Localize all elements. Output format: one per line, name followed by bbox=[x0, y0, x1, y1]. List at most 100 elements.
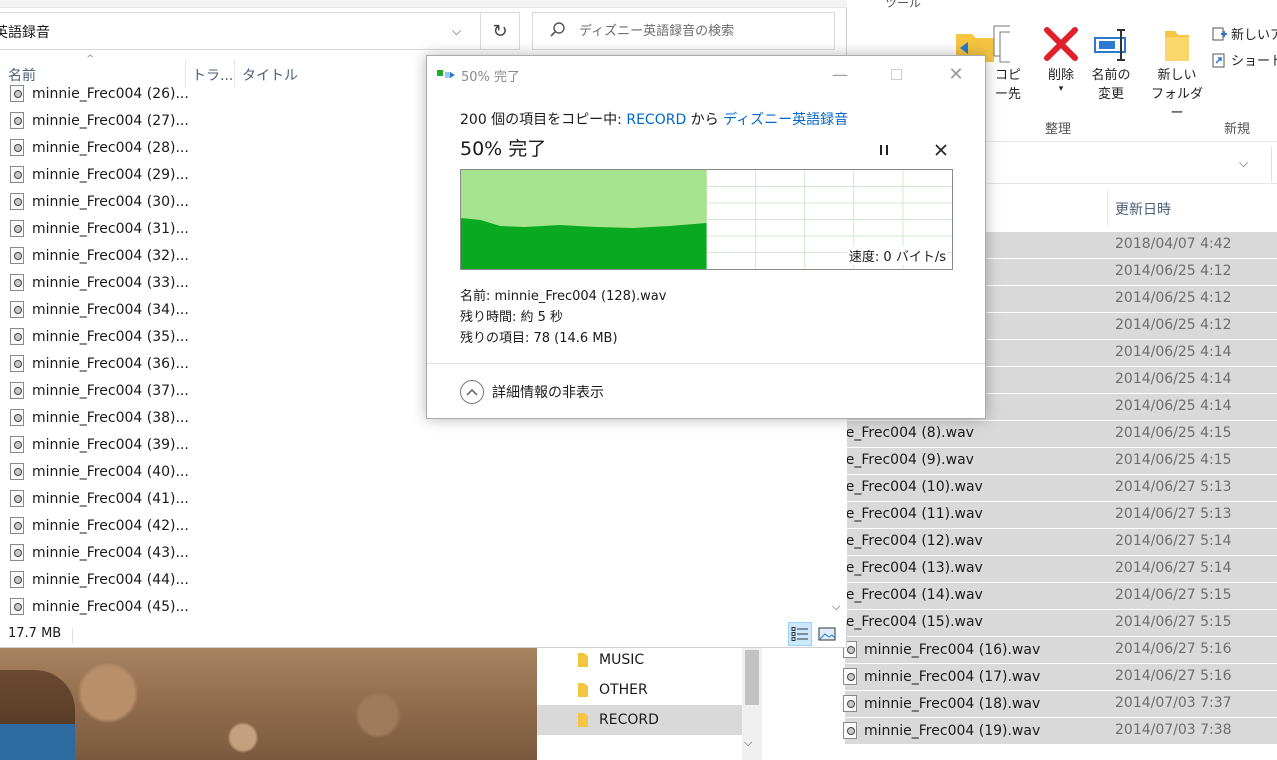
large-icons-view-icon bbox=[818, 627, 836, 641]
table-row[interactable]: nie_Frec004 (9).wav 2014/06/25 4:15 bbox=[833, 448, 1277, 475]
shortcut-label: ショート bbox=[1231, 54, 1277, 69]
list-item[interactable]: minnie_Frec004 (32)... bbox=[0, 242, 189, 269]
file-date: 2014/06/27 5:15 bbox=[1115, 614, 1232, 630]
nav-item-other[interactable]: OTHER bbox=[577, 675, 648, 705]
cancel-copy-button[interactable] bbox=[929, 138, 953, 162]
file-name: minnie_Frec004 (19).wav bbox=[843, 722, 1040, 739]
details-view-button[interactable] bbox=[788, 622, 812, 646]
close-button[interactable]: ✕ bbox=[933, 60, 979, 88]
source-link[interactable]: RECORD bbox=[626, 112, 686, 128]
right-address-bar[interactable]: ⌵ bbox=[985, 146, 1277, 184]
table-row[interactable]: minnie_Frec004 (16).wav 2014/06/27 5:16 bbox=[843, 637, 1277, 664]
scroll-down-arrow-icon[interactable]: ⌵ bbox=[832, 600, 840, 614]
list-item[interactable]: minnie_Frec004 (42)... bbox=[0, 512, 189, 539]
list-item[interactable]: minnie_Frec004 (38)... bbox=[0, 404, 189, 431]
rename-button[interactable]: 名前の 変更 bbox=[1083, 22, 1139, 104]
list-item[interactable]: minnie_Frec004 (31)... bbox=[0, 215, 189, 242]
new-item-label: 新しいア bbox=[1231, 28, 1277, 43]
table-row[interactable]: nie_Frec004 (12).wav 2014/06/27 5:14 bbox=[833, 529, 1277, 556]
table-row[interactable]: nie_Frec004 (14).wav 2014/06/27 5:15 bbox=[833, 583, 1277, 610]
file-name: minnie_Frec004 (28)... bbox=[32, 139, 189, 156]
list-item[interactable]: minnie_Frec004 (36)... bbox=[0, 350, 189, 377]
dialog-title-bar[interactable]: 50% 完了 — ✕ bbox=[427, 56, 985, 92]
address-bar[interactable]: 英語録音 ⌵ ↻ bbox=[0, 12, 520, 50]
refresh-button[interactable]: ↻ bbox=[480, 13, 519, 49]
list-item[interactable]: minnie_Frec004 (44)... bbox=[0, 566, 189, 593]
destination-link[interactable]: ディズニー英語録音 bbox=[723, 112, 848, 128]
file-name: minnie_Frec004 (17).wav bbox=[843, 668, 1040, 685]
delete-button[interactable]: 削除 ▾ bbox=[1035, 22, 1087, 94]
list-item[interactable]: minnie_Frec004 (45)... bbox=[0, 593, 189, 620]
copy-description: 200 個の項目をコピー中: RECORD から ディズニー英語録音 bbox=[460, 109, 848, 129]
details-toggle-button[interactable]: 詳細情報の非表示 bbox=[460, 380, 604, 404]
file-date: 2014/07/03 7:37 bbox=[1115, 695, 1232, 711]
nav-item-music[interactable]: MUSIC bbox=[577, 645, 644, 675]
list-item[interactable]: minnie_Frec004 (41)... bbox=[0, 485, 189, 512]
column-header-date[interactable]: 更新日時 bbox=[1115, 199, 1171, 219]
list-item[interactable]: minnie_Frec004 (29)... bbox=[0, 161, 189, 188]
list-item[interactable]: minnie_Frec004 (43)... bbox=[0, 539, 189, 566]
table-row[interactable]: nie_Frec004 (13).wav 2014/06/27 5:14 bbox=[833, 556, 1277, 583]
file-name-text: minnie_Frec004 (16).wav bbox=[864, 641, 1041, 658]
chevron-down-icon[interactable]: ⌵ bbox=[452, 24, 461, 39]
large-icons-view-button[interactable] bbox=[815, 622, 839, 646]
file-name: minnie_Frec004 (18).wav bbox=[843, 695, 1040, 712]
pause-button[interactable] bbox=[872, 138, 896, 162]
wav-file-icon bbox=[10, 166, 24, 183]
new-folder-label-2: フォルダー bbox=[1150, 87, 1203, 121]
list-item[interactable]: minnie_Frec004 (40)... bbox=[0, 458, 189, 485]
new-item-button[interactable]: 新しいア bbox=[1211, 24, 1277, 43]
scroll-down-arrow-icon[interactable]: ⌵ bbox=[744, 736, 752, 750]
ribbon-tab-fragment[interactable]: ツール bbox=[885, 0, 921, 11]
file-name-text: minnie_Frec004 (19).wav bbox=[864, 722, 1041, 739]
list-item[interactable]: minnie_Frec004 (34)... bbox=[0, 296, 189, 323]
maximize-button[interactable] bbox=[873, 60, 919, 88]
table-row[interactable]: nie_Frec004 (8).wav 2014/06/25 4:15 bbox=[833, 421, 1277, 448]
table-row[interactable]: minnie_Frec004 (18).wav 2014/07/03 7:37 bbox=[843, 691, 1277, 718]
chevron-down-icon[interactable]: ⌵ bbox=[1239, 156, 1248, 171]
table-row[interactable]: nie_Frec004 (11).wav 2014/06/27 5:13 bbox=[833, 502, 1277, 529]
nav-scrollbar-thumb[interactable] bbox=[745, 650, 759, 705]
table-row[interactable]: nie_Frec004 (10).wav 2014/06/27 5:13 bbox=[833, 475, 1277, 502]
file-date: 2014/06/27 5:13 bbox=[1115, 506, 1232, 522]
list-item[interactable]: minnie_Frec004 (26)... bbox=[0, 80, 189, 107]
nav-item-record[interactable]: RECORD bbox=[537, 705, 742, 735]
nav-item-label: OTHER bbox=[599, 682, 648, 698]
list-item[interactable]: minnie_Frec004 (28)... bbox=[0, 134, 189, 161]
file-name: minnie_Frec004 (16).wav bbox=[843, 641, 1040, 658]
new-folder-button[interactable]: 新しい フォルダー bbox=[1147, 22, 1207, 123]
file-date: 2014/06/27 5:14 bbox=[1115, 533, 1232, 549]
file-name-text: minnie_Frec004 (18).wav bbox=[864, 695, 1041, 712]
list-item[interactable]: minnie_Frec004 (35)... bbox=[0, 323, 189, 350]
file-name-text: nie_Frec004 (11).wav bbox=[833, 506, 983, 522]
search-input[interactable] bbox=[579, 21, 829, 41]
percent-complete-title: 50% 完了 bbox=[460, 138, 547, 160]
list-item[interactable]: minnie_Frec004 (30)... bbox=[0, 188, 189, 215]
desktop-background bbox=[0, 648, 540, 760]
list-item[interactable]: minnie_Frec004 (27)... bbox=[0, 107, 189, 134]
table-row[interactable]: minnie_Frec004 (19).wav 2014/07/03 7:38 bbox=[843, 718, 1277, 745]
file-name-text: nie_Frec004 (9).wav bbox=[833, 452, 974, 468]
table-row[interactable]: minnie_Frec004 (17).wav 2014/06/27 5:16 bbox=[843, 664, 1277, 691]
file-name-text: nie_Frec004 (8).wav bbox=[833, 425, 974, 441]
file-name: minnie_Frec004 (27)... bbox=[32, 112, 189, 129]
minimize-button[interactable]: — bbox=[817, 60, 863, 88]
close-icon: ✕ bbox=[948, 63, 964, 85]
file-name: minnie_Frec004 (39)... bbox=[32, 436, 189, 453]
list-item[interactable]: minnie_Frec004 (37)... bbox=[0, 377, 189, 404]
file-name: minnie_Frec004 (40)... bbox=[32, 463, 189, 480]
table-row[interactable]: nie_Frec004 (15).wav 2014/06/27 5:15 bbox=[833, 610, 1277, 637]
list-item[interactable]: minnie_Frec004 (39)... bbox=[0, 431, 189, 458]
shortcut-icon bbox=[1212, 53, 1225, 67]
list-item[interactable]: minnie_Frec004 (33)... bbox=[0, 269, 189, 296]
file-date: 2014/06/25 4:15 bbox=[1115, 452, 1232, 468]
wav-file-icon bbox=[10, 490, 24, 507]
search-box[interactable] bbox=[532, 12, 835, 50]
wav-file-icon bbox=[10, 301, 24, 318]
shortcut-button[interactable]: ショート bbox=[1211, 50, 1277, 69]
column-divider[interactable] bbox=[1107, 190, 1108, 226]
wav-file-icon bbox=[10, 112, 24, 129]
file-name: nie_Frec004 (12).wav bbox=[833, 533, 983, 549]
chevron-down-icon[interactable]: ▾ bbox=[1059, 85, 1064, 94]
rename-icon bbox=[1091, 22, 1131, 66]
